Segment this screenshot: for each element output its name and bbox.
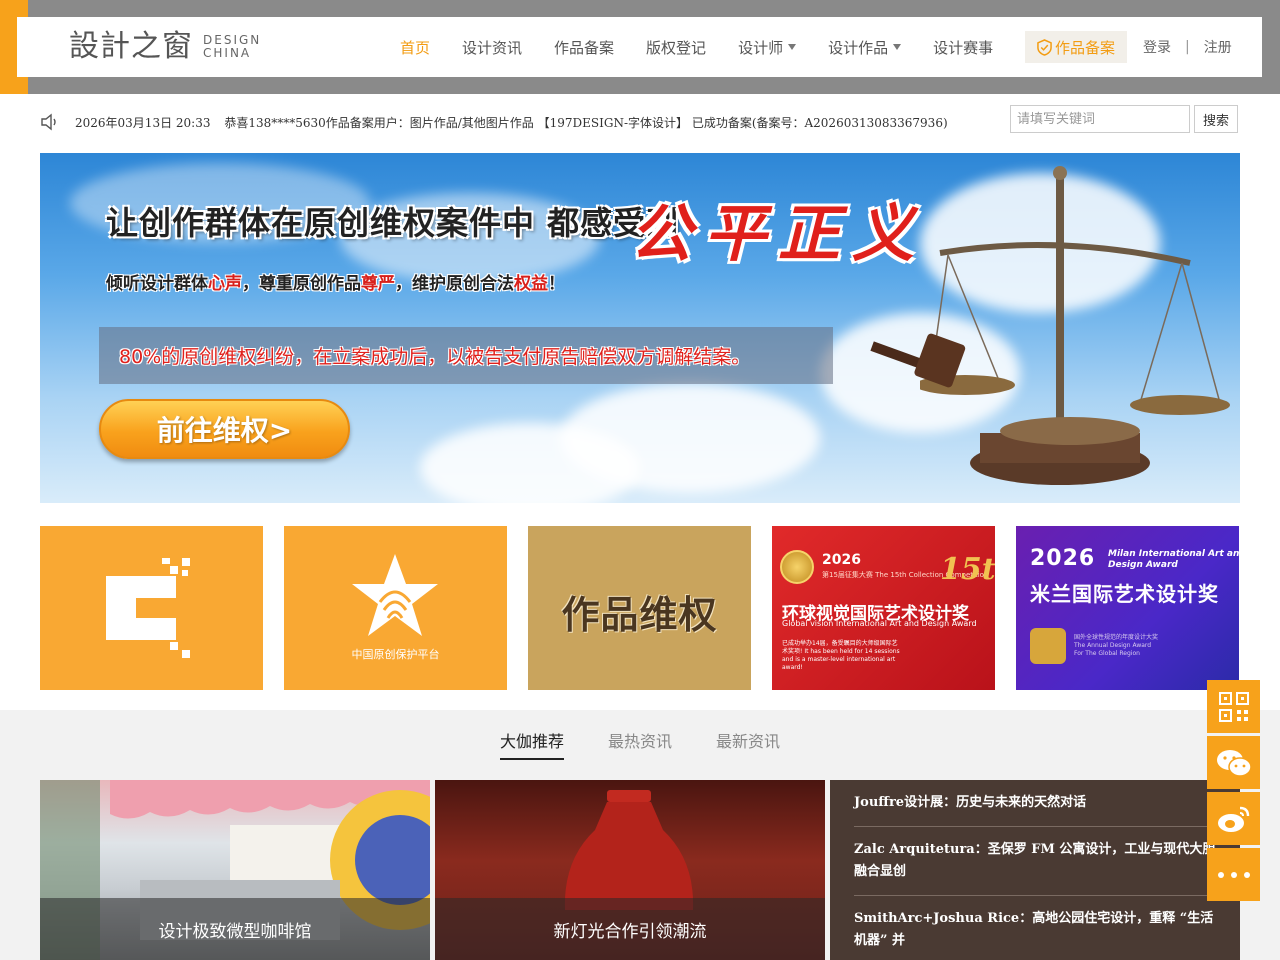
nav-home[interactable]: 首页: [400, 37, 430, 58]
t5-en-line1: Milan International Art and: [1108, 549, 1239, 559]
t5-en-line2: Design Award: [1108, 560, 1178, 570]
header-bar: 設計之窗 DESIGN CHINA 首页 设计资讯 作品备案 版权登记 设计师 …: [17, 17, 1262, 77]
hero-info-strip: 80%的原创维权纠纷，在立案成功后，以被告支付原告赔偿双方调解结案。: [99, 327, 833, 384]
hero-title: 让创作群体在原创维权案件中 都感受到: [106, 204, 680, 242]
hero-sub-part: 倾听设计群体: [106, 274, 208, 294]
logo-en-text: DESIGN CHINA: [203, 34, 261, 60]
article-card-caption: 新灯光合作引领潮流: [435, 898, 825, 960]
cloud-shape: [420, 423, 640, 503]
hero-sub-highlight: 尊严: [361, 274, 395, 294]
tile-original-protection[interactable]: 中国原创保护平台: [284, 526, 507, 690]
hero-subtitle: 倾听设计群体心声，尊重原创作品尊严，维护原创合法权益！: [106, 269, 565, 294]
record-button-label: 作品备案: [1054, 38, 1115, 57]
t5-small-text: 国外全球性规范的年度设计大奖 The Annual Design Award F…: [1074, 634, 1158, 658]
article-card[interactable]: 新灯光合作引领潮流: [435, 780, 825, 960]
nav-copyright-label: 版权登记: [646, 38, 707, 57]
t5-title: 米兰国际艺术设计奖: [1030, 582, 1219, 606]
more-button[interactable]: [1207, 848, 1260, 901]
chevron-down-icon: [893, 44, 902, 50]
hero-sub-highlight: 权益: [514, 274, 548, 294]
nav-competitions[interactable]: 设计赛事: [933, 37, 993, 58]
hero-strip-text: 80%的原创维权纠纷，在立案成功后，以被告支付原告赔偿双方调解结案。: [119, 346, 751, 368]
go-rights-button[interactable]: 前往维权>: [99, 399, 350, 459]
main-nav: 首页 设计资讯 作品备案 版权登记 设计师 设计作品 设计赛事: [400, 17, 1025, 77]
more-icon: [1217, 871, 1250, 878]
speaker-icon: [41, 113, 56, 131]
news-item[interactable]: Jouffre设计展：历史与未来的天然对话: [854, 780, 1216, 827]
hero-sub-highlight: 心声: [208, 274, 242, 294]
news-list: Jouffre设计展：历史与未来的天然对话 Zalc Arquitetura：圣…: [830, 780, 1240, 960]
notice-text[interactable]: 2026年03月13日 20:33 恭喜138****5630作品备案用户：图片…: [75, 114, 958, 131]
hero-banner[interactable]: 让创作群体在原创维权案件中 都感受到 公平正义 倾听设计群体心声，尊重原创作品尊…: [40, 153, 1240, 503]
hero-sub-part: ，尊重原创作品: [242, 274, 361, 294]
award-logo-icon: [1030, 628, 1066, 664]
nav-work-record-label: 作品备案: [554, 38, 615, 57]
shield-check-icon: [1037, 38, 1052, 56]
recommend-tabs: 大伽推荐 最热资讯 最新资讯: [0, 728, 1280, 760]
hero-sub-part: ，维护原创合法: [395, 274, 514, 294]
logo-cn-text: 設計之窗: [69, 29, 193, 64]
tile-global-vision-award[interactable]: 2026 第15届征集大赛 The 15th Collection Compet…: [772, 526, 995, 690]
t5-small-line: The Annual Design Award: [1074, 642, 1152, 649]
t5-small-line: For The Global Region: [1074, 650, 1140, 657]
search-button[interactable]: 搜索: [1194, 105, 1238, 133]
t5-en-title: Milan International Art and Design Award: [1108, 549, 1239, 571]
nav-designers[interactable]: 设计师: [738, 37, 797, 58]
tab-hottest-news[interactable]: 最热资讯: [608, 728, 672, 760]
wechat-button[interactable]: [1207, 736, 1260, 789]
nav-design-works[interactable]: 设计作品: [828, 37, 902, 58]
nav-copyright[interactable]: 版权登记: [646, 37, 706, 58]
t4-edition-badge: 15th: [940, 552, 995, 587]
t4-year: 2026: [822, 552, 861, 568]
site-logo[interactable]: 設計之窗 DESIGN CHINA: [69, 29, 261, 65]
auth-links: 登录 | 注册: [1143, 17, 1232, 77]
notice-message: 恭喜138****5630作品备案用户：图片作品/其他图片作品 【197DESI…: [224, 115, 948, 130]
nav-designers-label: 设计师: [738, 38, 784, 57]
weibo-button[interactable]: [1207, 792, 1260, 845]
notice-bar: 2026年03月13日 20:33 恭喜138****5630作品备案用户：图片…: [40, 105, 1000, 139]
nav-design-news[interactable]: 设计资讯: [462, 37, 522, 58]
register-link[interactable]: 注册: [1204, 37, 1232, 57]
hero-sub-part: ！: [548, 274, 565, 294]
article-card[interactable]: 设计极致微型咖啡馆: [40, 780, 430, 960]
nav-competitions-label: 设计赛事: [933, 38, 994, 57]
tile-c-logo[interactable]: [40, 526, 263, 690]
qrcode-button[interactable]: [1207, 680, 1260, 733]
notice-datetime: 2026年03月13日 20:33: [75, 115, 211, 130]
t4-en-title: Global vision International Art and Desi…: [782, 619, 977, 628]
wechat-icon: [1216, 749, 1252, 777]
nav-design-news-label: 设计资讯: [462, 38, 523, 57]
qrcode-icon: [1218, 691, 1249, 722]
nav-work-record[interactable]: 作品备案: [554, 37, 614, 58]
chevron-down-icon: [788, 44, 797, 50]
c-logo-icon: [106, 558, 190, 658]
medal-icon: [780, 550, 814, 584]
tile-work-rights[interactable]: 作品维权: [528, 526, 751, 690]
article-card-caption: 设计极致微型咖啡馆: [40, 898, 430, 960]
tile-milan-award[interactable]: 2026 Milan International Art and Design A…: [1016, 526, 1239, 690]
news-item[interactable]: SmithArc+Joshua Rice：高地公园住宅设计，重释 “生活机器” …: [854, 896, 1216, 960]
tile-work-rights-label: 作品维权: [561, 593, 718, 637]
gavel-icon: [870, 333, 966, 388]
tile-original-protection-label: 中国原创保护平台: [351, 648, 440, 661]
tab-latest-news[interactable]: 最新资讯: [716, 728, 780, 760]
t4-description: 已成功举办14届，备受瞩目的大师级国际艺术奖项! It has been hel…: [782, 640, 900, 671]
t5-year: 2026: [1030, 546, 1096, 571]
nav-design-works-label: 设计作品: [828, 38, 889, 57]
weibo-icon: [1217, 806, 1249, 832]
t5-small-line: 国外全球性规范的年度设计大奖: [1074, 634, 1159, 641]
news-item[interactable]: Zalc Arquitetura：圣保罗 FM 公寓设计，工业与现代大胆融合显创: [854, 827, 1216, 896]
login-link[interactable]: 登录: [1143, 37, 1171, 57]
nav-home-label: 首页: [400, 38, 431, 57]
tab-master-picks[interactable]: 大伽推荐: [499, 728, 564, 760]
auth-separator: |: [1185, 39, 1190, 55]
search-input[interactable]: [1010, 105, 1190, 133]
star-fingerprint-icon: [352, 554, 438, 636]
logo-en-line2: CHINA: [203, 46, 252, 60]
record-button[interactable]: 作品备案: [1025, 31, 1127, 63]
hero-big-slogan: 公平正义: [630, 197, 927, 270]
lamp-photo: [564, 790, 694, 910]
recommend-section: 大伽推荐 最热资讯 最新资讯 设计极致微型咖啡馆 新灯光合作引领潮流 Jouff…: [0, 710, 1280, 960]
